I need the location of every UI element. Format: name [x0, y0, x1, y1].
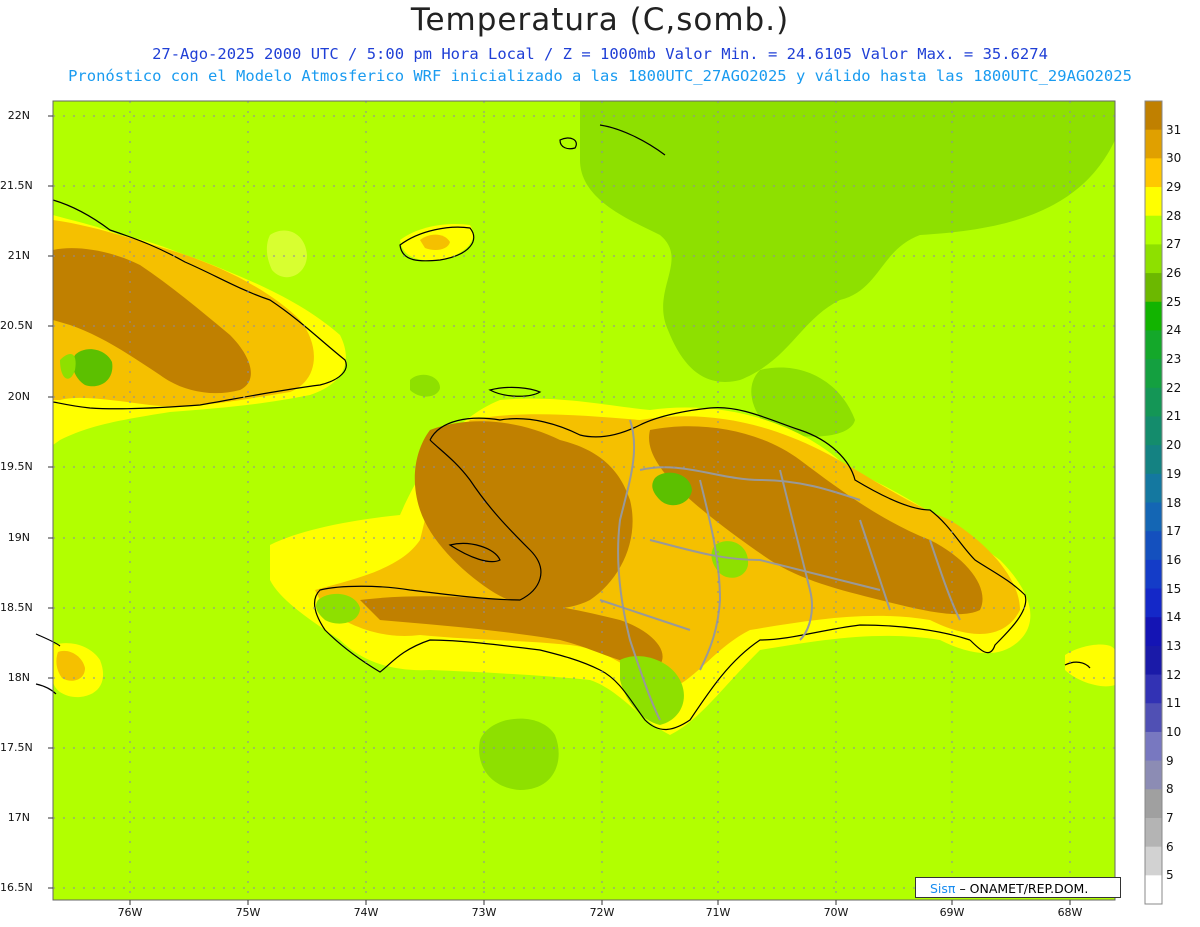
lat-label: 21N — [7, 249, 30, 262]
colorbar-swatch — [1145, 731, 1162, 762]
colorbar-tick-label: 25 — [1166, 294, 1182, 309]
lat-label: 20N — [7, 390, 30, 403]
colorbar-tick-label: 8 — [1166, 782, 1174, 797]
colorbar-swatch — [1145, 301, 1162, 331]
colorbar-swatch — [1145, 588, 1162, 618]
lon-label: 73W — [471, 906, 497, 919]
colorbar-tick-label: 26 — [1166, 266, 1182, 281]
lat-label: 22N — [7, 109, 30, 122]
colorbar-swatch — [1145, 445, 1162, 475]
colorbar — [1144, 100, 1163, 905]
colorbar-swatch — [1145, 846, 1162, 876]
colorbar-swatch — [1145, 387, 1162, 417]
lon-label: 68W — [1057, 906, 1083, 919]
colorbar-tick-label: 19 — [1166, 466, 1182, 481]
colorbar-swatch — [1145, 531, 1162, 561]
colorbar-tick-label: 12 — [1166, 667, 1182, 682]
lat-label: 18.5N — [0, 601, 33, 614]
colorbar-swatch — [1145, 473, 1162, 503]
colorbar-tick-label: 23 — [1166, 352, 1182, 367]
lon-label: 76W — [117, 906, 143, 919]
colorbar-swatch — [1145, 817, 1162, 848]
colorbar-tick-label: 16 — [1166, 552, 1182, 567]
credit-box: Sisπ – ONAMET/REP.DOM. — [915, 877, 1121, 898]
colorbar-tick-label: 15 — [1166, 581, 1182, 596]
sispi-logo-text: Sisπ — [930, 881, 956, 896]
lon-label: 74W — [353, 906, 379, 919]
colorbar-tick-label: 27 — [1166, 237, 1182, 252]
colorbar-swatch — [1145, 158, 1162, 188]
lat-label: 17.5N — [0, 741, 33, 754]
lat-label: 17N — [7, 811, 30, 824]
colorbar-tick-label: 11 — [1166, 696, 1182, 711]
lat-label: 19.5N — [0, 460, 33, 473]
colorbar-swatch — [1145, 416, 1162, 446]
colorbar-swatch — [1145, 617, 1162, 647]
lon-label: 72W — [589, 906, 615, 919]
colorbar-swatch — [1145, 559, 1162, 590]
colorbar-swatch — [1145, 273, 1162, 303]
colorbar-swatch — [1145, 187, 1162, 217]
colorbar-swatch — [1145, 875, 1162, 905]
lon-label: 75W — [235, 906, 261, 919]
colorbar-tick-label: 20 — [1166, 438, 1182, 453]
colorbar-tick-label: 24 — [1166, 323, 1182, 338]
colorbar-tick-label: 10 — [1166, 724, 1182, 739]
temperature-map — [35, 100, 1163, 905]
colorbar-swatch — [1145, 330, 1162, 360]
colorbar-swatch — [1145, 359, 1162, 389]
colorbar-tick-label: 18 — [1166, 495, 1182, 510]
lat-label: 16.5N — [0, 881, 33, 894]
colorbar-tick-label: 14 — [1166, 610, 1182, 625]
colorbar-tick-label: 13 — [1166, 638, 1182, 653]
lat-label: 20.5N — [0, 319, 33, 332]
colorbar-swatch — [1145, 502, 1162, 532]
colorbar-tick-label: 9 — [1166, 753, 1174, 768]
colorbar-swatch — [1145, 101, 1162, 131]
lat-label: 18N — [7, 671, 30, 684]
lon-label: 71W — [705, 906, 731, 919]
lon-label: 70W — [823, 906, 849, 919]
credit-text: – ONAMET/REP.DOM. — [959, 881, 1089, 896]
colorbar-tick-label: 28 — [1166, 208, 1182, 223]
colorbar-tick-label: 30 — [1166, 151, 1182, 166]
colorbar-swatch — [1145, 789, 1162, 819]
lon-label: 69W — [939, 906, 965, 919]
colorbar-tick-label: 7 — [1166, 810, 1174, 825]
colorbar-tick-label: 5 — [1166, 868, 1174, 883]
colorbar-swatch — [1145, 703, 1162, 733]
colorbar-swatch — [1145, 244, 1162, 274]
colorbar-swatch — [1145, 215, 1162, 245]
colorbar-swatch — [1145, 645, 1162, 676]
colorbar-tick-label: 21 — [1166, 409, 1182, 424]
colorbar-tick-label: 29 — [1166, 180, 1182, 195]
lat-label: 19N — [7, 531, 30, 544]
colorbar-swatch — [1145, 129, 1162, 159]
lat-label: 21.5N — [0, 179, 33, 192]
colorbar-tick-label: 31 — [1166, 122, 1182, 137]
colorbar-tick-label: 22 — [1166, 380, 1182, 395]
colorbar-tick-label: 17 — [1166, 524, 1182, 539]
colorbar-swatch — [1145, 760, 1162, 790]
colorbar-swatch — [1145, 674, 1162, 704]
colorbar-tick-label: 6 — [1166, 839, 1174, 854]
